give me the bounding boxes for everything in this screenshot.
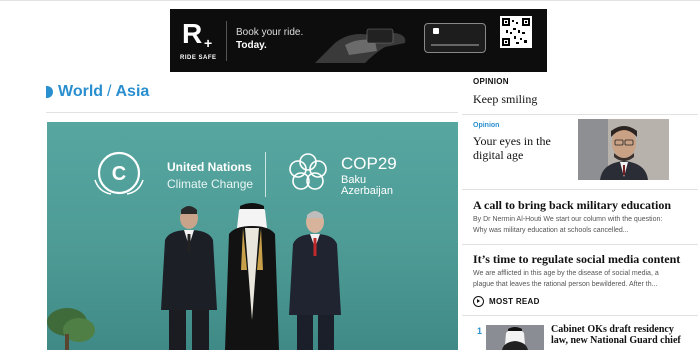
most-read-rank: 1 [477, 326, 483, 336]
qr-code-icon [500, 16, 532, 48]
most-read-label: MOST READ [489, 297, 540, 306]
breadcrumb-asia[interactable]: Asia [115, 83, 149, 101]
divider [462, 114, 698, 115]
hand-phone-image [315, 28, 406, 63]
un-name: United Nations [167, 160, 252, 174]
opinion-headline-link[interactable]: Your eyes in the digital age [473, 134, 573, 162]
article-excerpt: We are afflicted in this age by the dise… [473, 270, 659, 288]
phone-screen-graphic [424, 23, 486, 53]
cop29-country: Azerbaijan [341, 185, 393, 197]
ad-subline: Today. [236, 40, 267, 51]
svg-text:C: C [112, 163, 126, 185]
article-excerpt: By Dr Nermin Al-Houti We start our colum… [473, 216, 663, 234]
opinion-column-title[interactable]: Keep smiling [473, 92, 537, 107]
top-divider [0, 0, 700, 1]
opinion-section-label[interactable]: OPINION [473, 77, 509, 86]
ad-divider [226, 21, 227, 61]
ride-safe-logo: R + RIDE SAFE [180, 17, 220, 65]
ad-brand: RIDE SAFE [180, 55, 217, 61]
play-circle-icon [473, 296, 484, 307]
breadcrumb-separator: / [107, 83, 112, 100]
author-portrait[interactable] [578, 119, 669, 180]
hero-logo-divider [265, 152, 266, 197]
most-read-header: MOST READ [473, 296, 540, 307]
most-read-thumbnail-image [486, 325, 544, 350]
divider [462, 244, 698, 245]
divider [462, 189, 698, 190]
article-title-link[interactable]: A call to bring back military education [473, 198, 671, 213]
un-subtitle: Climate Change [167, 177, 254, 191]
plant-decoration [47, 308, 95, 350]
section-marker-icon [46, 86, 53, 98]
ad-banner[interactable]: R + RIDE SAFE Book your ride. Today. [170, 9, 547, 72]
hero-image[interactable]: C United Nations Climate Change COP29 Ba… [47, 122, 458, 350]
unfccc-logo-icon: C [94, 151, 144, 195]
most-read-thumbnail[interactable] [486, 325, 544, 350]
divider [462, 315, 698, 316]
breadcrumb: World / Asia [46, 82, 149, 102]
author-portrait-image [578, 119, 669, 180]
ad-logo-mark: R [182, 18, 203, 49]
opinion-tag[interactable]: Opinion [473, 122, 499, 129]
leaders-photo [161, 203, 341, 350]
cop29-logo-icon [289, 153, 327, 190]
article-title-link[interactable]: It’s time to regulate social media conte… [473, 252, 680, 267]
most-read-title-link[interactable]: Cabinet OKs draft residency law, new Nat… [551, 324, 691, 346]
ad-headline: Book your ride. [236, 27, 304, 38]
ad-logo-plus-icon: + [204, 35, 213, 51]
breadcrumb-world[interactable]: World [58, 83, 103, 101]
cop29-name: COP29 [341, 154, 397, 173]
section-divider [46, 112, 458, 113]
